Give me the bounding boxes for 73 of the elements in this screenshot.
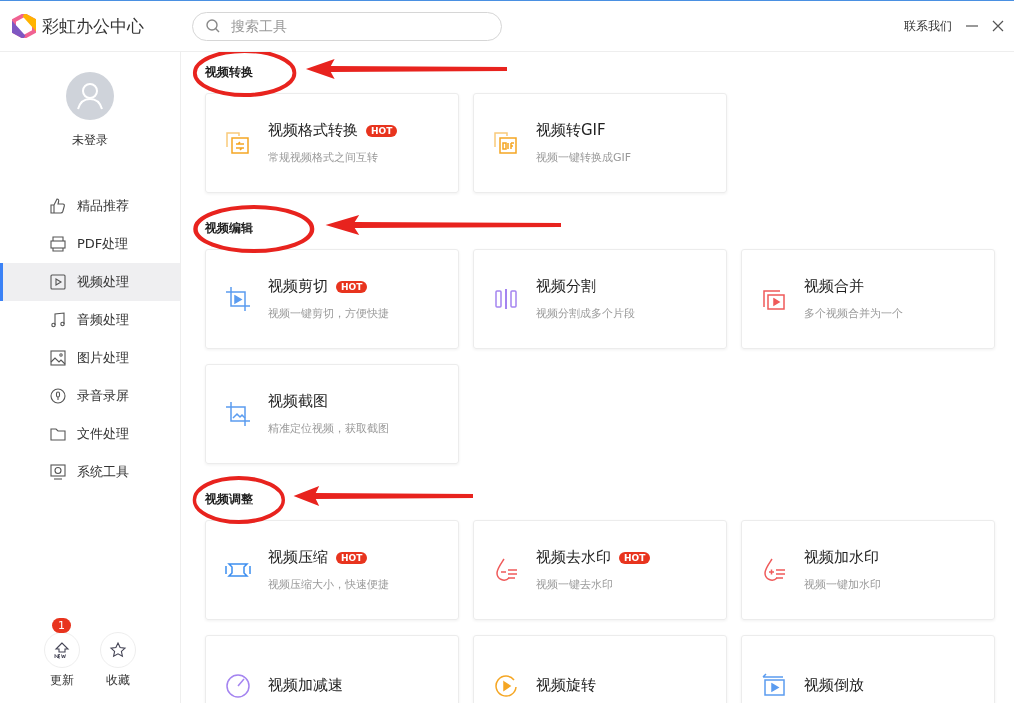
tool-card[interactable]: 视频剪切 HOT 视频一键剪切，方便快捷 xyxy=(205,249,459,349)
screenshot-icon xyxy=(224,400,252,428)
tool-card[interactable]: 视频加水印 视频一键加水印 xyxy=(741,520,995,620)
tool-title: 视频去水印 xyxy=(536,548,611,567)
tool-title: 视频加水印 xyxy=(804,548,879,567)
reverse-icon xyxy=(760,671,788,699)
tool-card[interactable]: 视频压缩 HOT 视频压缩大小，快速便捷 xyxy=(205,520,459,620)
update-icon xyxy=(53,641,71,659)
sidebar-item[interactable]: 视频处理 xyxy=(0,263,180,301)
tool-title: 视频剪切 xyxy=(268,277,328,296)
search-field[interactable]: 搜索工具 xyxy=(192,11,502,41)
hot-badge: HOT xyxy=(336,551,368,564)
app-title: 彩虹办公中心 xyxy=(42,14,144,38)
tool-description: 视频分割成多个片段 xyxy=(536,306,635,321)
hot-badge: HOT xyxy=(619,551,651,564)
tool-description: 多个视频合并为一个 xyxy=(804,306,903,321)
play-icon xyxy=(49,273,67,291)
sidebar-item[interactable]: 系统工具 xyxy=(0,453,180,491)
section-heading: 视频转换 xyxy=(205,64,253,81)
tool-description: 精准定位视频，获取截图 xyxy=(268,421,389,436)
tool-description: 视频压缩大小，快速便捷 xyxy=(268,577,389,592)
tool-description: 视频一键加水印 xyxy=(804,577,881,592)
tool-title: 视频分割 xyxy=(536,277,596,296)
gauge-icon xyxy=(224,671,252,699)
section-heading: 视频调整 xyxy=(205,491,253,508)
section-heading: 视频编辑 xyxy=(205,220,253,237)
tool-card[interactable]: 视频合并 多个视频合并为一个 xyxy=(741,249,995,349)
folder-icon xyxy=(49,425,67,443)
tool-card[interactable]: 视频旋转 xyxy=(473,635,727,703)
tool-title: 视频旋转 xyxy=(536,675,596,695)
crop-icon xyxy=(224,285,252,313)
sidebar-item[interactable]: 录音录屏 xyxy=(0,377,180,415)
thumbs-up-icon xyxy=(49,197,67,215)
hot-badge: HOT xyxy=(336,280,368,293)
tool-card[interactable]: 视频加减速 xyxy=(205,635,459,703)
star-icon xyxy=(109,641,127,659)
convert-icon xyxy=(224,129,252,157)
sidebar-item[interactable]: 音频处理 xyxy=(0,301,180,339)
tool-card[interactable]: 视频格式转换 HOT 常规视频格式之间互转 xyxy=(205,93,459,193)
tool-title: 视频合并 xyxy=(804,277,864,296)
tool-title: 视频压缩 xyxy=(268,548,328,567)
tool-description: 视频一键剪切，方便快捷 xyxy=(268,306,389,321)
tool-card[interactable]: 视频倒放 xyxy=(741,635,995,703)
tool-description: 视频一键去水印 xyxy=(536,577,614,592)
tool-title: 视频格式转换 xyxy=(268,121,358,140)
sidebar-item[interactable]: 图片处理 xyxy=(0,339,180,377)
button-label: 收藏 xyxy=(106,672,130,689)
tool-title: 视频截图 xyxy=(268,392,328,411)
gif-icon xyxy=(492,129,520,157)
search-icon xyxy=(205,17,221,34)
tool-title: 视频加减速 xyxy=(268,675,343,695)
sidebar-item[interactable]: PDF处理 xyxy=(0,225,180,263)
tool-card[interactable]: 视频去水印 HOT 视频一键去水印 xyxy=(473,520,727,620)
tool-title: 视频转GIF xyxy=(536,121,606,140)
tool-title: 视频倒放 xyxy=(804,675,864,695)
sidebar-item[interactable]: 精品推荐 xyxy=(0,187,180,225)
tool-card[interactable]: 视频分割 视频分割成多个片段 xyxy=(473,249,727,349)
login-status[interactable]: 未登录 xyxy=(72,132,108,149)
tool-card[interactable]: 视频截图 精准定位视频，获取截图 xyxy=(205,364,459,464)
image-icon xyxy=(49,349,67,367)
music-note-icon xyxy=(49,311,67,329)
button-label: 更新 xyxy=(50,672,74,689)
notification-badge: 1 xyxy=(52,618,71,633)
close-icon[interactable] xyxy=(992,20,1004,32)
contact-link[interactable]: 联系我们 xyxy=(904,17,952,35)
tool-description: 常规视频格式之间互转 xyxy=(268,150,379,165)
tool-description: 视频一键转换成GIF xyxy=(536,150,632,165)
sidebar-item[interactable]: 文件处理 xyxy=(0,415,180,453)
monitor-icon xyxy=(49,463,67,481)
tool-card[interactable]: 视频转GIF 视频一键转换成GIF xyxy=(473,93,727,193)
logo-icon xyxy=(12,14,36,38)
hot-badge: HOT xyxy=(366,124,398,137)
microphone-icon xyxy=(49,387,67,405)
